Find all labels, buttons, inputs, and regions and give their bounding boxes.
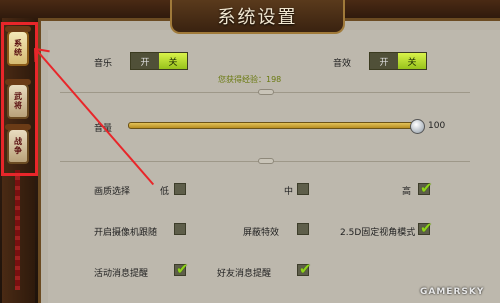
divider-knot (258, 158, 274, 164)
music-off-option[interactable]: 关 (159, 53, 187, 69)
hanging-chain (15, 170, 20, 290)
sfx-off-option[interactable]: 关 (398, 53, 426, 69)
fixed-angle-checkbox[interactable]: ✔ (418, 219, 433, 237)
mask-effect-checkbox[interactable] (297, 223, 309, 235)
page-title: 系统设置 (217, 7, 298, 28)
check-icon: ✔ (420, 219, 433, 237)
mask-effect-label: 屏蔽特效 (243, 228, 280, 238)
check-icon: ✔ (299, 260, 312, 278)
check-icon: ✔ (176, 260, 189, 278)
quality-label: 画质选择 (94, 187, 131, 197)
title-plate: 系统设置 (170, 0, 345, 34)
camera-follow-label: 开启摄像机跟随 (94, 228, 158, 238)
tab-highlight-box (1, 22, 38, 176)
volume-value: 100 (428, 121, 446, 131)
friend-notice-checkbox[interactable]: ✔ (297, 260, 312, 278)
activity-notice-checkbox[interactable]: ✔ (174, 260, 189, 278)
quality-low-label: 低 (160, 187, 170, 197)
settings-panel-inner (48, 30, 500, 303)
activity-notice-label: 活动消息提醒 (94, 269, 149, 279)
quality-mid-checkbox[interactable] (297, 183, 309, 195)
music-toggle[interactable]: 开 关 (130, 52, 188, 70)
music-label: 音乐 (94, 59, 113, 69)
volume-slider-handle[interactable] (410, 119, 425, 134)
volume-slider-track[interactable] (128, 122, 418, 129)
exp-text: 您获得经验：198 (218, 75, 282, 84)
check-icon: ✔ (420, 179, 433, 197)
friend-notice-label: 好友消息提醒 (217, 269, 272, 279)
fixed-angle-label: 2.5D固定视角模式 (340, 228, 416, 238)
quality-high-label: 高 (402, 187, 412, 197)
quality-mid-label: 中 (284, 187, 294, 197)
sfx-label: 音效 (333, 59, 352, 69)
camera-follow-checkbox[interactable] (174, 223, 186, 235)
sfx-toggle[interactable]: 开 关 (369, 52, 427, 70)
divider-knot (258, 89, 274, 95)
quality-high-checkbox[interactable]: ✔ (418, 179, 433, 197)
sfx-on-option[interactable]: 开 (370, 53, 398, 69)
watermark: GAMERSKY (420, 287, 485, 297)
quality-low-checkbox[interactable] (174, 183, 186, 195)
music-on-option[interactable]: 开 (131, 53, 159, 69)
